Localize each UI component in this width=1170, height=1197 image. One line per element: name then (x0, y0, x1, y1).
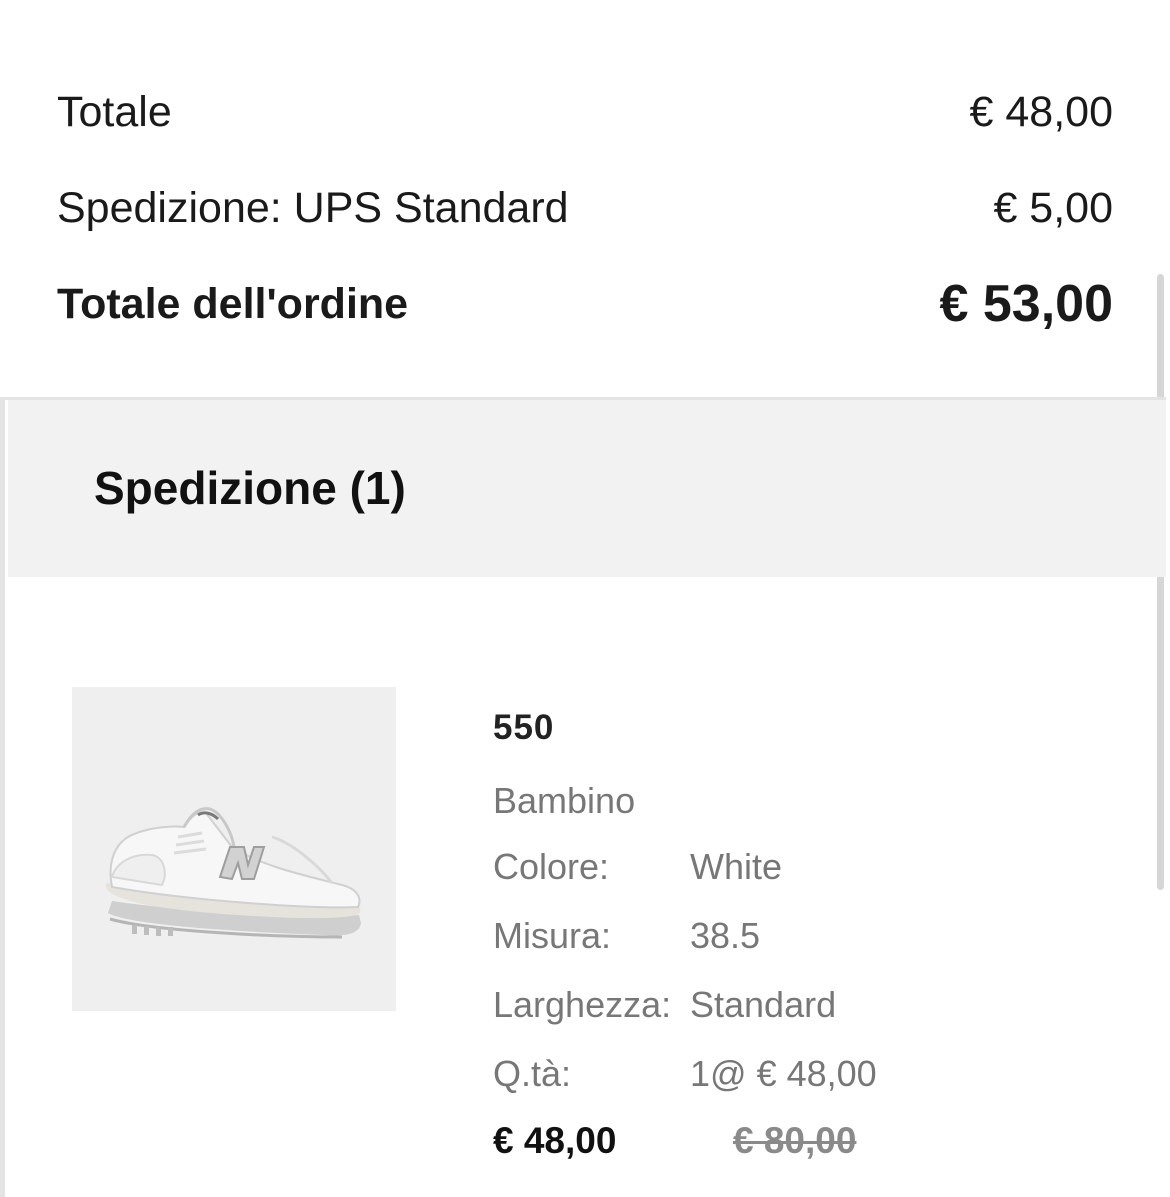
product-image[interactable] (72, 687, 396, 1011)
size-label: Misura: (493, 915, 612, 956)
shipping-value: € 5,00 (993, 184, 1113, 232)
quantity-label: Q.tà: (493, 1053, 572, 1094)
shipment-title: Spedizione (1) (94, 462, 406, 514)
sale-price: € 48,00 (493, 1120, 617, 1161)
order-total-value: € 53,00 (939, 275, 1114, 333)
product-category: Bambino (493, 780, 636, 821)
subtotal-row: Totale € 48,00 (57, 82, 1113, 142)
width-label: Larghezza: (493, 984, 672, 1025)
quantity-value: 1@ € 48,00 (690, 1053, 877, 1094)
subtotal-value: € 48,00 (969, 88, 1113, 136)
size-value: 38.5 (690, 915, 761, 956)
original-price: € 80,00 (733, 1120, 857, 1161)
color-label: Colore: (493, 846, 610, 887)
width-value: Standard (690, 984, 837, 1025)
color-value: White (690, 846, 783, 887)
sneaker-icon (106, 807, 361, 939)
shipping-row: Spedizione: UPS Standard € 5,00 (57, 178, 1113, 238)
product-name[interactable]: 550 (493, 708, 554, 748)
order-total-label: Totale dell'ordine (57, 280, 409, 328)
subtotal-label: Totale (57, 88, 172, 136)
shipment-header: Spedizione (1) (8, 400, 1166, 577)
order-total-row: Totale dell'ordine € 53,00 (57, 274, 1113, 334)
shipping-label: Spedizione: UPS Standard (57, 184, 569, 232)
